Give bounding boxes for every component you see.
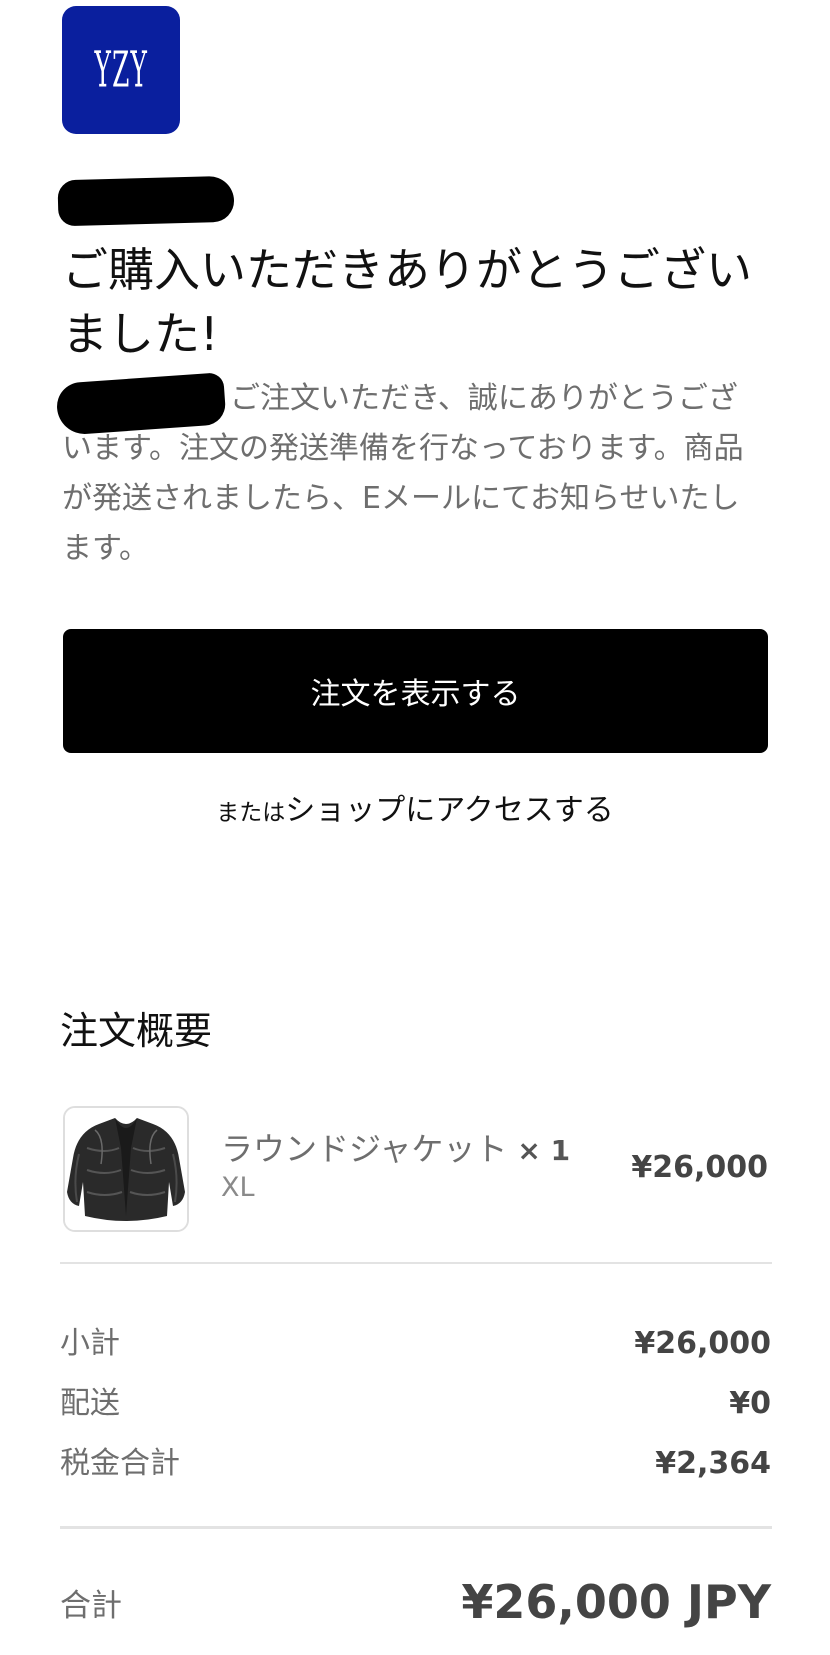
logo-text: YZY — [94, 41, 148, 99]
taxes-value: ¥2,364 — [655, 1446, 771, 1481]
product-quantity: × 1 — [517, 1134, 571, 1167]
visit-shop-link[interactable]: ショップにアクセスする — [285, 793, 614, 828]
confirmation-message: ご注文いただき、誠にありがとうございます。注文の発送準備を行なっております。商品… — [62, 381, 744, 566]
subtotal-row: 小計 ¥26,000 — [60, 1318, 771, 1362]
shop-link-line: またはショップにアクセスする — [0, 785, 830, 829]
product-thumbnail — [63, 1106, 189, 1232]
order-summary-title: 注文概要 — [60, 1009, 213, 1053]
thank-you-heading: ご購入いただきありがとうございました! — [62, 243, 752, 361]
product-name: ラウンドジャケット × 1 — [221, 1124, 570, 1170]
view-order-button[interactable]: 注文を表示する — [63, 629, 768, 753]
total-row: 合計 ¥26,000 JPY — [60, 1575, 771, 1629]
taxes-row: 税金合計 ¥2,364 — [60, 1438, 771, 1482]
shipping-value: ¥0 — [729, 1386, 771, 1421]
subtotal-value: ¥26,000 — [634, 1326, 771, 1361]
product-price: ¥26,000 — [631, 1150, 768, 1185]
black-puffer-jacket-icon — [65, 1108, 187, 1230]
product-variant: XL — [221, 1172, 255, 1203]
redacted-store-name — [57, 175, 235, 227]
total-value: ¥26,000 JPY — [461, 1575, 771, 1629]
shipping-label: 配送 — [60, 1386, 120, 1421]
product-name-text: ラウンドジャケット — [221, 1130, 508, 1168]
total-label: 合計 — [60, 1587, 122, 1624]
yzy-logo: YZY — [62, 6, 180, 134]
total-divider — [60, 1526, 772, 1529]
shop-link-prefix: または — [216, 800, 286, 826]
taxes-label: 税金合計 — [60, 1446, 180, 1481]
subtotal-label: 小計 — [60, 1326, 120, 1361]
summary-divider — [60, 1262, 772, 1264]
shipping-row: 配送 ¥0 — [60, 1378, 771, 1422]
